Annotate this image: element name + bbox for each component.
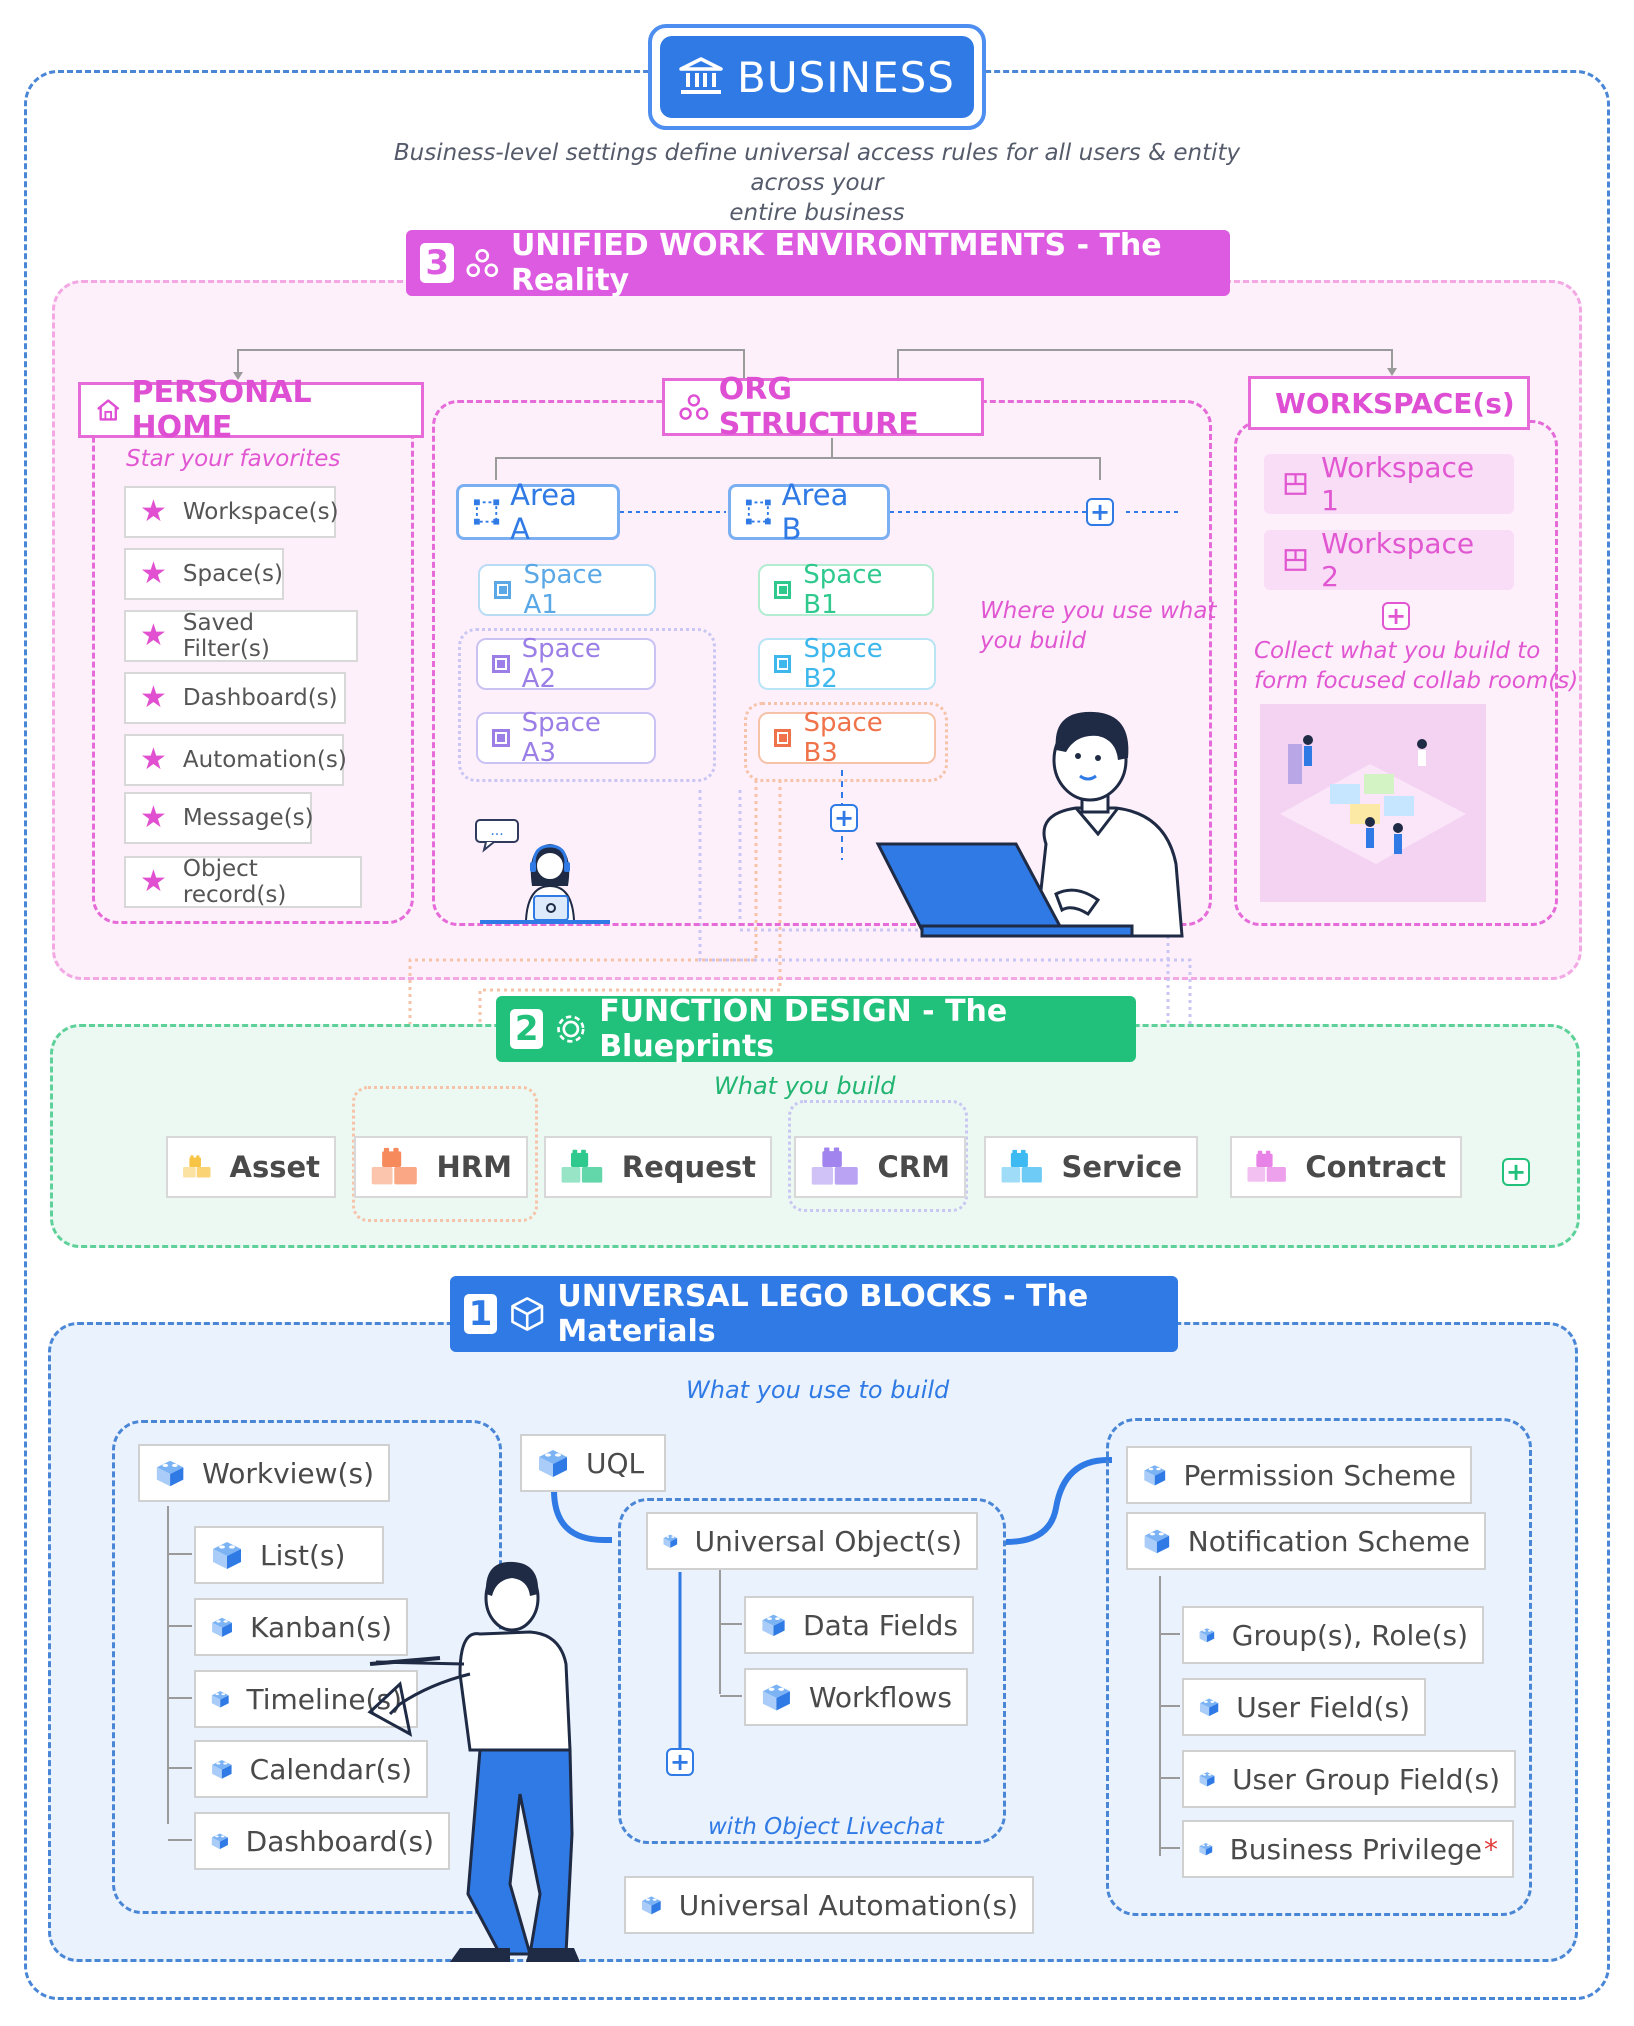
block-label: Workflows bbox=[808, 1680, 952, 1714]
uql-block[interactable]: UQL bbox=[520, 1434, 666, 1492]
block-label: Permission Scheme bbox=[1183, 1458, 1456, 1492]
designer-illustration bbox=[367, 1561, 580, 1962]
lego-block-icon bbox=[212, 1617, 232, 1637]
block-label: User Field(s) bbox=[1236, 1690, 1410, 1724]
universal-object-block[interactable]: Universal Object(s) bbox=[646, 1512, 978, 1570]
block-label: Group(s), Role(s) bbox=[1231, 1618, 1468, 1652]
block-label: Workview(s) bbox=[202, 1456, 374, 1490]
lego-block-icon bbox=[1199, 1843, 1213, 1856]
lego-block-icon bbox=[1199, 1698, 1219, 1717]
data-fields-block[interactable]: Data Fields bbox=[744, 1596, 974, 1654]
lego-block-icon bbox=[211, 1833, 228, 1850]
lego-block-icon bbox=[539, 1450, 567, 1477]
universal-automation-block[interactable]: Universal Automation(s) bbox=[624, 1876, 1034, 1934]
block-label: Data Fields bbox=[803, 1608, 958, 1642]
lego-block-icon bbox=[156, 1460, 184, 1487]
lego-block-icon bbox=[212, 1759, 232, 1779]
lego-block-icon bbox=[762, 1614, 785, 1637]
lego-block-icon bbox=[1199, 1772, 1215, 1787]
lego-block-icon bbox=[1199, 1628, 1215, 1643]
workflows-block[interactable]: Workflows bbox=[744, 1668, 968, 1726]
lego-block-icon bbox=[663, 1534, 678, 1548]
required-asterisk: * bbox=[1484, 1832, 1498, 1866]
block-label: Universal Automation(s) bbox=[678, 1888, 1018, 1922]
lego-block-icon bbox=[211, 1691, 229, 1708]
lego-block-icon bbox=[1144, 1465, 1166, 1486]
user-field-block[interactable]: User Field(s) bbox=[1182, 1678, 1426, 1736]
object-livechat-note: with Object Livechat bbox=[708, 1814, 944, 1840]
notification-scheme-block[interactable]: Notification Scheme bbox=[1126, 1512, 1486, 1570]
lego-block-icon bbox=[1144, 1529, 1170, 1554]
add-object-button[interactable]: + bbox=[666, 1748, 694, 1776]
group-role-block[interactable]: Group(s), Role(s) bbox=[1182, 1606, 1484, 1664]
block-label: User Group Field(s) bbox=[1232, 1762, 1500, 1796]
business-privilege-block[interactable]: Business Privilege * bbox=[1182, 1820, 1514, 1878]
block-label: Notification Scheme bbox=[1187, 1524, 1470, 1558]
lego-block-icon bbox=[642, 1896, 661, 1915]
list-block[interactable]: List(s) bbox=[194, 1526, 384, 1584]
workview-block[interactable]: Workview(s) bbox=[138, 1444, 390, 1502]
permission-scheme-block[interactable]: Permission Scheme bbox=[1126, 1446, 1472, 1504]
user-group-field-block[interactable]: User Group Field(s) bbox=[1182, 1750, 1516, 1808]
block-label: Business Privilege bbox=[1229, 1832, 1482, 1866]
block-label: UQL bbox=[586, 1446, 645, 1480]
block-label: List(s) bbox=[260, 1538, 346, 1572]
block-label: Universal Object(s) bbox=[694, 1524, 962, 1558]
lego-block-icon bbox=[213, 1542, 241, 1569]
lego-block-icon bbox=[762, 1684, 790, 1711]
